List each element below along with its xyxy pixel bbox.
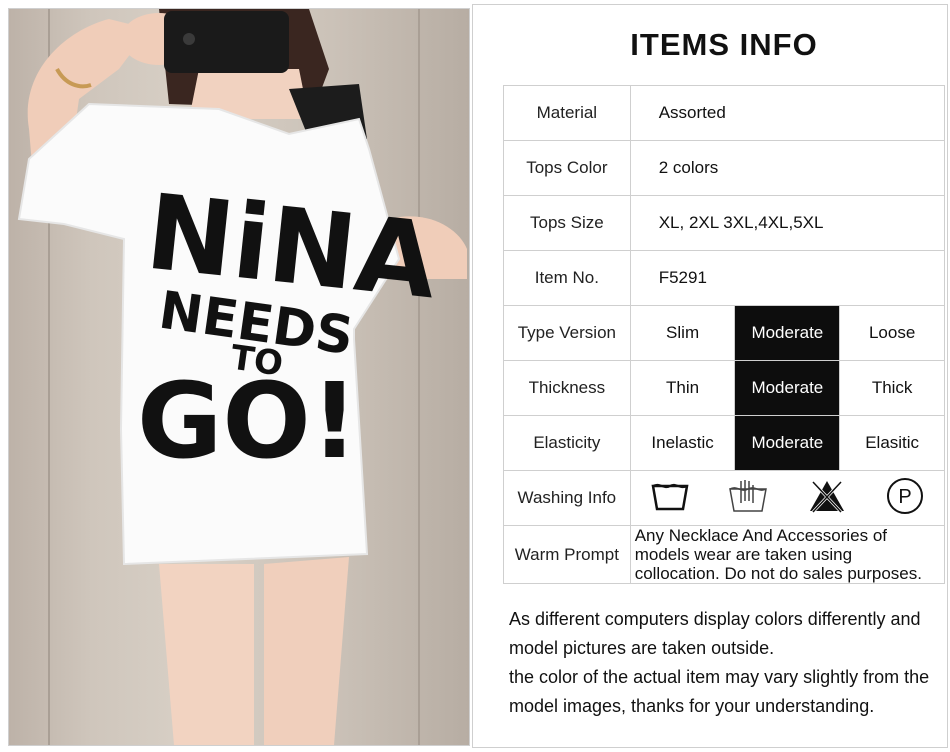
type-version-option-slim: Slim [629,305,736,361]
elasticity-option-moderate: Moderate [734,415,841,471]
hand-wash-icon [727,479,769,518]
thickness-option-thick: Thick [839,360,945,416]
row-type-version: Type Version Slim Moderate Loose [503,305,945,361]
row-washing-info: Washing Info P [503,470,946,526]
no-bleach-icon [807,478,847,519]
warm-prompt-text: Any Necklace And Accessories of models w… [629,525,946,584]
thickness-label: Thickness [503,360,631,416]
dry-clean-letter: P [898,486,911,508]
tops-color-value: 2 colors [629,140,946,196]
row-elasticity: Elasticity Inelastic Moderate Elasitic [503,415,945,471]
thickness-option-thin: Thin [629,360,736,416]
color-disclaimer: As different computers display colors di… [503,597,947,729]
wash-tub-icon [650,480,690,517]
material-label: Material [503,85,631,141]
elasticity-option-elastic: Elasitic [839,415,945,471]
type-version-option-moderate: Moderate [734,305,841,361]
model-illustration: NiNA NEEDS TO GO! [17,9,467,745]
material-value: Assorted [629,85,946,141]
print-line-4: GO! [137,360,358,482]
thickness-option-moderate: Moderate [734,360,841,416]
row-item-no: Item No. F5291 [503,250,946,306]
warm-prompt-label: Warm Prompt [503,525,631,584]
row-material: Material Assorted [503,85,946,141]
panel-title: ITEMS INFO [503,5,945,86]
row-tops-color: Tops Color 2 colors [503,140,946,196]
row-thickness: Thickness Thin Moderate Thick [503,360,945,416]
item-no-value: F5291 [629,250,946,306]
tops-color-label: Tops Color [503,140,631,196]
items-info-panel: ITEMS INFO Material Assorted Tops Color … [472,4,948,748]
row-tops-size: Tops Size XL, 2XL 3XL,4XL,5XL [503,195,946,251]
type-version-option-loose: Loose [839,305,945,361]
washing-info-label: Washing Info [503,470,631,526]
dry-clean-p-icon: P [885,476,925,521]
product-photo: NiNA NEEDS TO GO! [8,8,470,746]
items-info-table: Material Assorted Tops Color 2 colors To… [503,85,946,584]
disclaimer-line-1: As different computers display colors di… [509,609,921,658]
tops-size-label: Tops Size [503,195,631,251]
washing-icons: P [631,471,944,525]
washing-icons-cell: P [629,470,946,526]
elasticity-label: Elasticity [503,415,631,471]
disclaimer-line-2: the color of the actual item may vary sl… [509,667,930,716]
item-no-label: Item No. [503,250,631,306]
type-version-label: Type Version [503,305,631,361]
tops-size-value: XL, 2XL 3XL,4XL,5XL [629,195,946,251]
elasticity-option-inelastic: Inelastic [629,415,736,471]
row-warm-prompt: Warm Prompt Any Necklace And Accessories… [503,525,946,584]
